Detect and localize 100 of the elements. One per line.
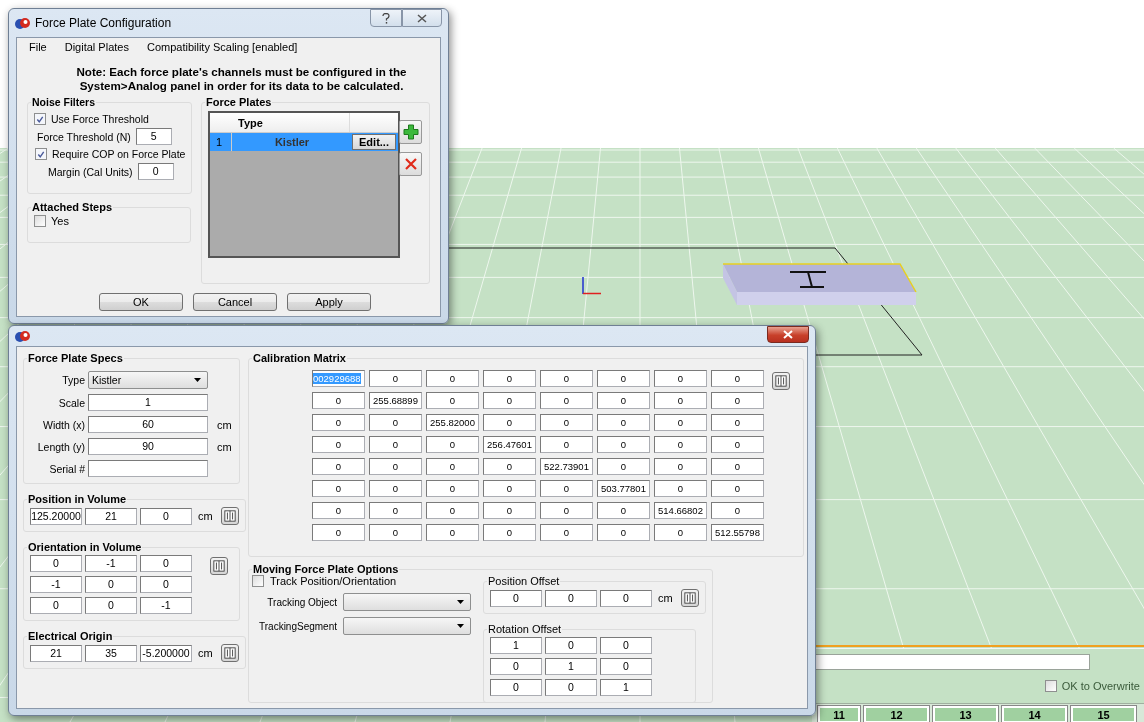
text-field[interactable]: -1 [85, 555, 137, 572]
text-field[interactable]: 0 [483, 414, 536, 431]
add-button[interactable] [399, 120, 422, 144]
close-button[interactable] [402, 9, 442, 27]
matrix-button[interactable] [220, 507, 239, 525]
text-field[interactable]: 60 [88, 416, 208, 433]
dialog-button[interactable]: OK [99, 293, 183, 311]
text-field[interactable]: 0 [369, 458, 422, 475]
text-field[interactable]: 0 [312, 524, 365, 541]
close-button[interactable] [767, 326, 809, 343]
text-field[interactable]: 0 [369, 524, 422, 541]
text-field[interactable]: 0 [483, 480, 536, 497]
text-field[interactable]: 1 [490, 637, 542, 654]
text-field[interactable]: 0 [545, 679, 597, 696]
checkbox[interactable] [34, 215, 46, 227]
text-field[interactable]: 0 [545, 589, 597, 607]
text-field[interactable]: 0 [540, 436, 593, 453]
text-field[interactable]: 1 [600, 679, 652, 696]
text-field[interactable]: 0 [490, 658, 542, 675]
text-field[interactable]: 0 [600, 589, 652, 607]
text-field[interactable] [88, 460, 208, 477]
text-field[interactable]: 0 [490, 589, 542, 607]
text-field[interactable]: 0 [597, 458, 650, 475]
text-field[interactable]: 0 [312, 458, 365, 475]
text-field[interactable]: 0 [597, 524, 650, 541]
table-row[interactable]: 1 Kistler Edit... [210, 133, 398, 151]
text-field[interactable]: -1 [140, 597, 192, 614]
text-field[interactable]: 0 [597, 392, 650, 409]
matrix-button[interactable] [772, 372, 790, 390]
frame-button[interactable]: 12 [864, 706, 929, 722]
text-field[interactable]: 0 [540, 392, 593, 409]
text-field[interactable]: 0 [426, 392, 479, 409]
text-field[interactable]: 0 [654, 480, 707, 497]
dropdown[interactable]: Kistler [88, 371, 208, 389]
menu-item[interactable]: Compatibility Scaling [enabled] [146, 41, 298, 55]
text-field[interactable]: 0 [312, 480, 365, 497]
text-field[interactable]: 0 [711, 392, 764, 409]
text-field[interactable]: 0 [600, 637, 652, 654]
edit-button[interactable]: Edit... [352, 134, 396, 150]
text-field[interactable]: 0 [312, 436, 365, 453]
text-field[interactable]: 0 [483, 392, 536, 409]
dialog-button[interactable]: Apply [287, 293, 371, 311]
text-field[interactable]: 0 [540, 524, 593, 541]
text-field[interactable]: 0 [545, 637, 597, 654]
text-field[interactable]: 35 [85, 644, 137, 662]
checkbox[interactable] [1044, 680, 1057, 692]
text-field[interactable]: 0 [426, 436, 479, 453]
text-field[interactable]: 0 [654, 370, 707, 387]
text-field[interactable]: 0 [711, 414, 764, 431]
text-field[interactable]: 0 [711, 436, 764, 453]
text-field[interactable]: 0 [426, 524, 479, 541]
text-field[interactable]: 0 [426, 502, 479, 519]
text-field[interactable]: 0 [540, 370, 593, 387]
text-field[interactable]: 0 [483, 370, 536, 387]
checkbox[interactable] [252, 575, 264, 587]
frame-button[interactable]: 15 [1071, 706, 1136, 722]
text-field[interactable]: 21 [85, 507, 137, 525]
text-field[interactable]: 0 [490, 679, 542, 696]
text-field[interactable]: 1 [545, 658, 597, 675]
text-field[interactable]: -5.200000 [140, 644, 192, 662]
text-field[interactable]: -1 [30, 576, 82, 593]
text-field[interactable]: 255.82000 [426, 414, 479, 431]
text-field[interactable]: 0 [540, 414, 593, 431]
text-field[interactable]: 0 [30, 597, 82, 614]
text-field[interactable]: 0 [369, 436, 422, 453]
matrix-button[interactable] [680, 589, 699, 607]
text-field[interactable]: 125.20000 [30, 507, 82, 525]
dialog-button[interactable]: Cancel [193, 293, 277, 311]
text-field[interactable]: 0 [711, 502, 764, 519]
text-field[interactable]: 0 [483, 502, 536, 519]
dropdown[interactable] [343, 593, 471, 611]
menu-item[interactable]: File [29, 41, 47, 55]
text-field[interactable]: 514.66802 [654, 502, 707, 519]
text-field[interactable]: 0 [140, 555, 192, 572]
text-field[interactable]: 0 [654, 414, 707, 431]
text-field[interactable]: 0 [711, 370, 764, 387]
text-field[interactable]: 0 [597, 370, 650, 387]
text-field[interactable]: 0 [483, 524, 536, 541]
matrix-button[interactable] [210, 557, 228, 575]
text-field[interactable]: 256.47601 [483, 436, 536, 453]
checkbox[interactable] [34, 113, 46, 125]
text-field[interactable]: 0 [426, 480, 479, 497]
frame-button[interactable]: 14 [1002, 706, 1067, 722]
text-field[interactable]: 0 [426, 370, 479, 387]
text-field[interactable]: 0 [426, 458, 479, 475]
text-field[interactable]: 512.55798 [711, 524, 764, 541]
text-field[interactable]: 0 [711, 480, 764, 497]
text-field[interactable]: 0 [540, 480, 593, 497]
text-field[interactable]: 0 [483, 458, 536, 475]
text-field[interactable]: 0 [654, 458, 707, 475]
help-button[interactable] [370, 9, 402, 27]
frame-button[interactable]: 13 [933, 706, 998, 722]
text-field[interactable]: 0 [597, 502, 650, 519]
checkbox[interactable] [35, 148, 47, 160]
text-field[interactable]: 0 [140, 576, 192, 593]
text-field[interactable]: 255.68899 [369, 392, 422, 409]
frame-button[interactable]: 11 [818, 706, 860, 722]
text-field[interactable]: 0 [711, 458, 764, 475]
text-field[interactable]: 0 [369, 414, 422, 431]
text-field[interactable]: 0 [85, 597, 137, 614]
